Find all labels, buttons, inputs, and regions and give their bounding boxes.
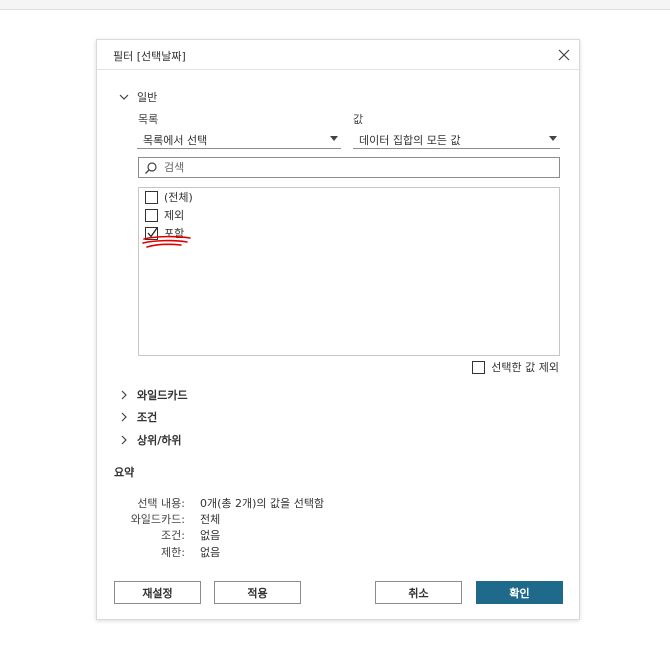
checkbox[interactable] [145, 208, 158, 222]
apply-button[interactable]: 적용 [214, 581, 301, 604]
section-topn-label: 상위/하위 [137, 434, 182, 447]
summary-key: 제한: [161, 546, 185, 559]
list-mode-value: 목록에서 선택 [143, 134, 208, 147]
summary-row: 선택 내용: 0개(총 2개)의 값을 선택함 [97, 495, 577, 511]
checkmark-icon [147, 227, 158, 238]
summary-value: 전체 [200, 513, 221, 526]
list-item-include[interactable]: 포함 [145, 225, 184, 241]
summary-value: 없음 [200, 546, 221, 559]
section-topn-toggle[interactable]: 상위/하위 [117, 432, 182, 448]
section-wildcard-toggle[interactable]: 와일드카드 [117, 387, 188, 403]
list-label: 목록 [138, 113, 159, 126]
dialog-title: 필터 [선택날짜] [113, 50, 186, 63]
list-item-all[interactable]: (전체) [145, 189, 193, 205]
filter-dialog: 필터 [선택날짜] 일반 목록 값 목록에서 선택 데이터 집합의 모든 값 검… [96, 39, 580, 620]
checkbox[interactable] [472, 360, 486, 374]
list-item-label: 포함 [164, 227, 185, 240]
summary-row: 와일드카드: 전체 [97, 511, 577, 527]
summary-key: 선택 내용: [137, 497, 185, 510]
chevron-right-icon [117, 388, 131, 402]
checkbox-checked[interactable] [145, 226, 158, 240]
reset-button[interactable]: 재설정 [114, 581, 201, 604]
value-source-value: 데이터 집합의 모든 값 [359, 134, 461, 147]
summary-title: 요약 [114, 466, 135, 479]
app-top-bar [0, 0, 670, 10]
summary-value: 0개(총 2개)의 값을 선택함 [200, 497, 325, 510]
list-item-exclude[interactable]: 제외 [145, 207, 184, 223]
chevron-right-icon [117, 410, 131, 424]
summary-key: 와일드카드: [130, 513, 185, 526]
section-general-label: 일반 [137, 91, 158, 104]
chevron-right-icon [117, 433, 131, 447]
exclude-selected-label: 선택한 값 제외 [491, 361, 559, 374]
section-condition-label: 조건 [137, 411, 158, 424]
summary-key: 조건: [161, 529, 185, 542]
caret-down-icon [329, 135, 339, 143]
search-icon [144, 161, 158, 175]
list-mode-dropdown[interactable]: 목록에서 선택 [137, 129, 341, 149]
summary-value: 없음 [200, 529, 221, 542]
close-icon[interactable] [555, 46, 573, 64]
list-item-label: (전체) [164, 191, 193, 204]
list-item-label: 제외 [164, 209, 185, 222]
value-source-dropdown[interactable]: 데이터 집합의 모든 값 [353, 129, 560, 149]
cancel-button[interactable]: 취소 [375, 581, 462, 604]
value-label: 값 [353, 113, 364, 126]
search-input[interactable] [164, 161, 554, 174]
summary-row: 조건: 없음 [97, 527, 577, 543]
search-box[interactable] [138, 157, 560, 178]
caret-down-icon [548, 135, 558, 143]
dialog-header: 필터 [선택날짜] [97, 40, 579, 70]
section-general-toggle[interactable]: 일반 [117, 89, 157, 105]
values-list: (전체) 제외 포함 [138, 187, 560, 356]
section-wildcard-label: 와일드카드 [137, 389, 188, 402]
chevron-down-icon [117, 90, 131, 104]
ok-button[interactable]: 확인 [476, 581, 563, 604]
checkbox[interactable] [145, 190, 158, 204]
exclude-selected-option[interactable]: 선택한 값 제외 [472, 359, 559, 375]
section-condition-toggle[interactable]: 조건 [117, 409, 157, 425]
summary-row: 제한: 없음 [97, 544, 577, 560]
